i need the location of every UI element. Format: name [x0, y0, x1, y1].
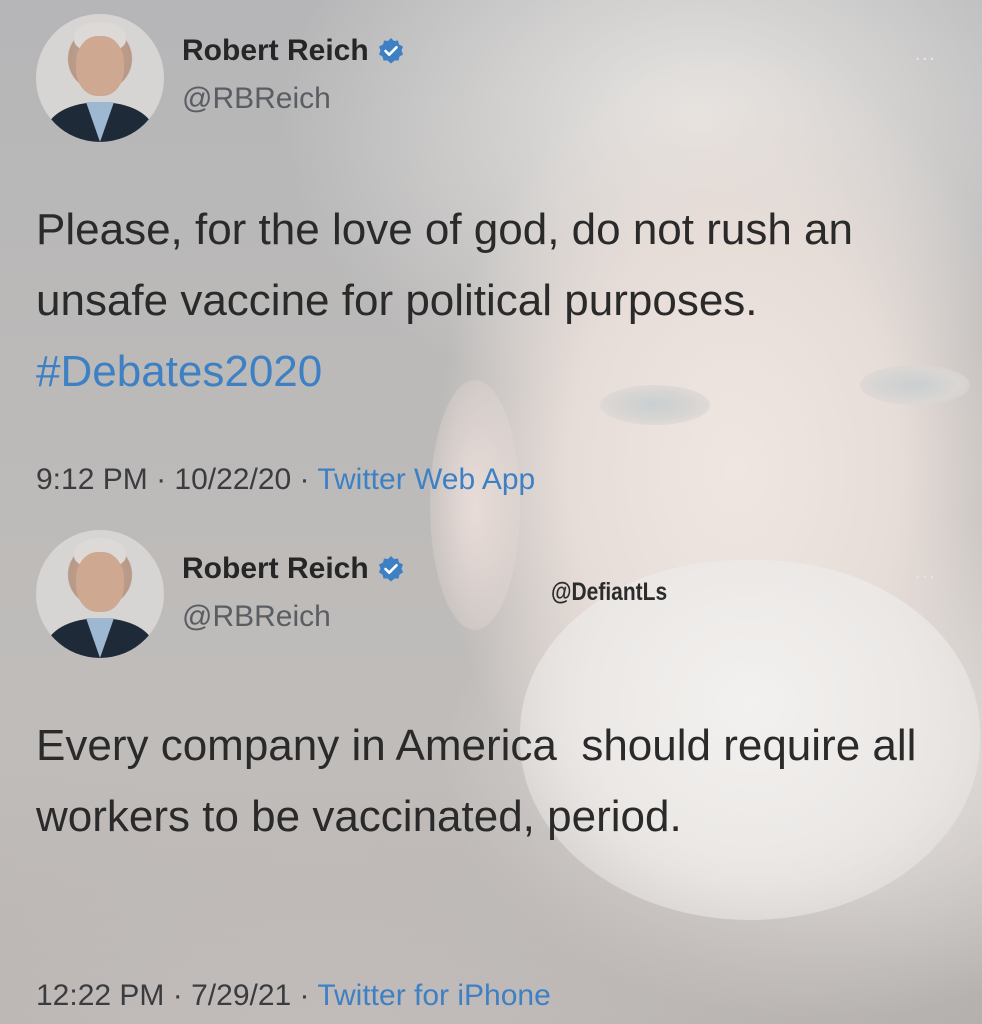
meta-separator: · [172, 979, 183, 1012]
author-name[interactable]: Robert Reich [182, 552, 369, 586]
tweet-source-link[interactable]: Twitter for iPhone [317, 979, 550, 1012]
more-options-icon[interactable]: ... [915, 40, 936, 66]
author-row: Robert Reich [182, 34, 405, 68]
author-handle[interactable]: @RBReich [182, 600, 331, 634]
tweet-body: Every company in America should require … [36, 721, 929, 841]
tweet-text: Please, for the love of god, do not rush… [36, 194, 936, 407]
more-options-icon[interactable]: ... [915, 558, 936, 584]
author-name[interactable]: Robert Reich [182, 34, 369, 68]
watermark: @DefiantLs [551, 578, 668, 606]
avatar[interactable] [36, 530, 164, 658]
tweet-source-link[interactable]: Twitter Web App [317, 463, 535, 496]
tweet-meta: 12:22 PM · 7/29/21 · Twitter for iPhone [36, 979, 551, 1013]
avatar[interactable] [36, 14, 164, 142]
tweet-date[interactable]: 10/22/20 [174, 463, 291, 496]
tweet-body: Please, for the love of god, do not rush… [36, 205, 853, 325]
verified-badge-icon [377, 555, 405, 583]
meta-separator: · [156, 463, 167, 496]
author-handle[interactable]: @RBReich [182, 82, 331, 116]
verified-badge-icon [377, 37, 405, 65]
hashtag-link[interactable]: #Debates2020 [36, 347, 322, 396]
tweet-meta: 9:12 PM · 10/22/20 · Twitter Web App [36, 463, 535, 497]
background-photo [0, 0, 982, 1024]
background-ear [430, 380, 520, 630]
author-row: Robert Reich [182, 552, 405, 586]
tweet-time[interactable]: 9:12 PM [36, 463, 148, 496]
tweet-date[interactable]: 7/29/21 [191, 979, 291, 1012]
meta-separator: · [299, 463, 310, 496]
tweet-text: Every company in America should require … [36, 710, 936, 852]
meta-separator: · [299, 979, 310, 1012]
tweet-time[interactable]: 12:22 PM [36, 979, 164, 1012]
